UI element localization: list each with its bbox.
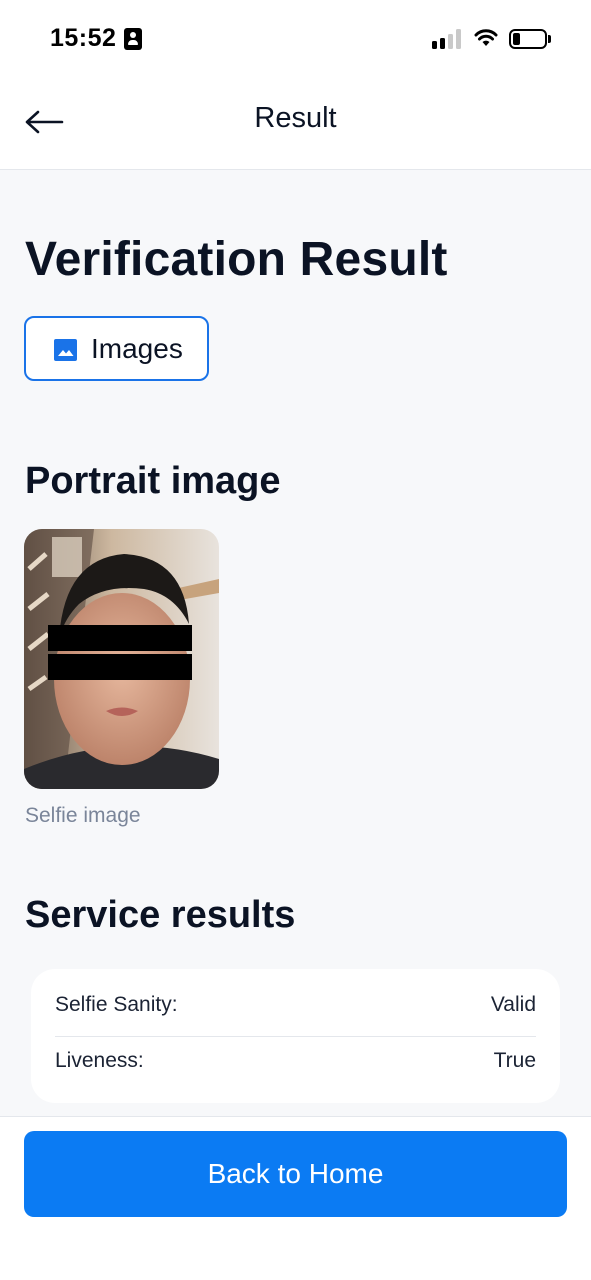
selfie-photo <box>24 529 219 789</box>
selfie-caption: Selfie image <box>25 804 141 827</box>
result-row-liveness: Liveness: True <box>55 1035 536 1091</box>
wifi-icon <box>474 29 498 46</box>
images-button-label: Images <box>91 333 183 364</box>
status-time: 15:52 <box>50 24 117 52</box>
bottom-safe-area <box>0 1229 591 1280</box>
service-results-title: Service results <box>25 894 296 936</box>
battery-tip <box>548 35 551 43</box>
result-row-selfie-sanity: Selfie Sanity: Valid <box>55 979 536 1035</box>
page-title: Verification Result <box>25 233 448 286</box>
result-label: Liveness: <box>55 1049 144 1072</box>
app-header: Result <box>0 80 591 170</box>
header-title: Result <box>254 102 337 134</box>
portrait-section-title: Portrait image <box>25 460 281 502</box>
main-content: Verification Result Images Portrait imag… <box>0 170 591 1116</box>
images-button[interactable]: Images <box>24 316 209 381</box>
footer: Back to Home <box>0 1116 591 1229</box>
result-value: True <box>493 1049 536 1072</box>
image-icon <box>54 339 77 361</box>
battery-icon <box>509 29 547 49</box>
service-results-card: Selfie Sanity: Valid Liveness: True <box>31 969 560 1103</box>
result-label: Selfie Sanity: <box>55 993 178 1016</box>
selfie-image[interactable] <box>24 529 219 789</box>
signal-icon <box>432 29 462 49</box>
result-value: Valid <box>490 993 536 1016</box>
contact-card-icon <box>124 28 142 50</box>
back-to-home-button[interactable]: Back to Home <box>24 1131 567 1217</box>
status-bar: 15:52 <box>0 0 591 80</box>
